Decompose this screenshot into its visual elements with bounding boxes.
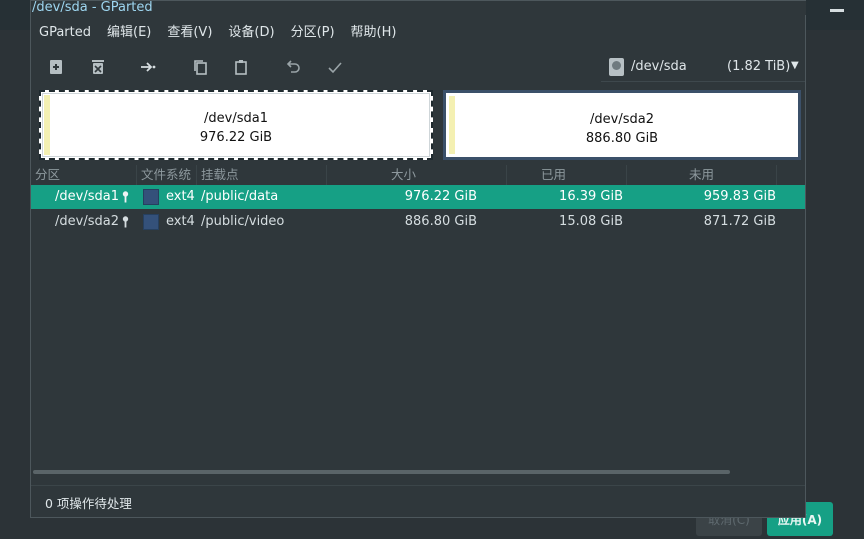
menu-gparted[interactable]: GParted [31,20,99,46]
filesystem-color-swatch [143,189,159,205]
menu-view[interactable]: 查看(V) [159,20,220,46]
menu-device[interactable]: 设备(D) [220,20,282,46]
gparted-window: /dev/sda - GParted GParted 编辑(E) 查看(V) 设… [30,0,806,518]
mountpoint-cell: /public/data [201,189,279,204]
used-cell: 15.08 GiB [559,214,623,229]
pending-operations-text: 0 项操作待处理 [45,496,132,511]
horizontal-scrollbar[interactable] [33,470,730,474]
filesystem-cell: ext4 [166,189,195,204]
filesystem-color-swatch [143,214,159,230]
menu-partition[interactable]: 分区(P) [283,20,343,46]
key-icon [122,191,129,203]
new-partition-icon[interactable] [46,57,66,77]
partition-size: 976.22 GiB [199,130,273,145]
column-header-size[interactable]: 大小 [327,165,507,185]
menu-bar: GParted 编辑(E) 查看(V) 设备(D) 分区(P) 帮助(H) [31,20,404,46]
chevron-down-icon: ▼ [791,60,799,71]
apply-icon[interactable] [325,57,345,77]
unused-cell: 959.83 GiB [703,189,776,204]
table-row[interactable]: /dev/sda2 ext4 /public/video 886.80 GiB … [31,210,805,234]
column-header-mountpoint[interactable]: 挂载点 [197,165,327,185]
partition-name: /dev/sda2 [590,112,654,127]
device-size: (1.82 TiB) [727,59,791,74]
partition-size: 886.80 GiB [585,131,659,146]
delete-partition-icon[interactable] [88,57,108,77]
paste-icon[interactable] [231,57,251,77]
table-header: 分区 文件系统 挂载点 大小 已用 未用 [31,165,805,186]
minimize-icon[interactable] [830,9,844,12]
disk-map-partition-sda2[interactable]: /dev/sda2 886.80 GiB [443,90,801,160]
window-title: /dev/sda - GParted [31,1,806,15]
used-cell: 16.39 GiB [559,189,623,204]
device-name: /dev/sda [631,59,687,74]
partition-name: /dev/sda1 [204,111,268,126]
size-cell: 976.22 GiB [404,189,477,204]
toolbar: /dev/sda (1.82 TiB) ▼ [31,49,805,85]
copy-icon[interactable] [190,57,210,77]
column-header-unused[interactable]: 未用 [627,165,777,185]
disk-map-partition-sda1[interactable]: /dev/sda1 976.22 GiB [39,90,433,160]
column-header-partition[interactable]: 分区 [31,165,137,185]
status-bar: 0 项操作待处理 [31,485,805,518]
mountpoint-cell: /public/video [201,214,285,229]
partition-table: 分区 文件系统 挂载点 大小 已用 未用 /dev/sda1 ext4 /pub… [31,165,805,465]
undo-icon[interactable] [283,57,303,77]
disk-map: /dev/sda1 976.22 GiB /dev/sda2 886.80 Gi… [39,90,803,160]
size-cell: 886.80 GiB [404,214,477,229]
resize-move-icon[interactable] [138,57,158,77]
key-icon [122,216,129,228]
device-selector[interactable]: /dev/sda (1.82 TiB) ▼ [601,53,805,82]
column-header-filesystem[interactable]: 文件系统 [137,165,197,185]
menu-edit[interactable]: 编辑(E) [99,20,159,46]
unused-cell: 871.72 GiB [703,214,776,229]
column-header-used[interactable]: 已用 [507,165,627,185]
partition-cell: /dev/sda1 [55,189,119,204]
filesystem-cell: ext4 [166,214,195,229]
table-row[interactable]: /dev/sda1 ext4 /public/data 976.22 GiB 1… [31,185,805,209]
partition-cell: /dev/sda2 [55,214,119,229]
menu-help[interactable]: 帮助(H) [343,20,405,46]
harddisk-icon [609,58,624,76]
